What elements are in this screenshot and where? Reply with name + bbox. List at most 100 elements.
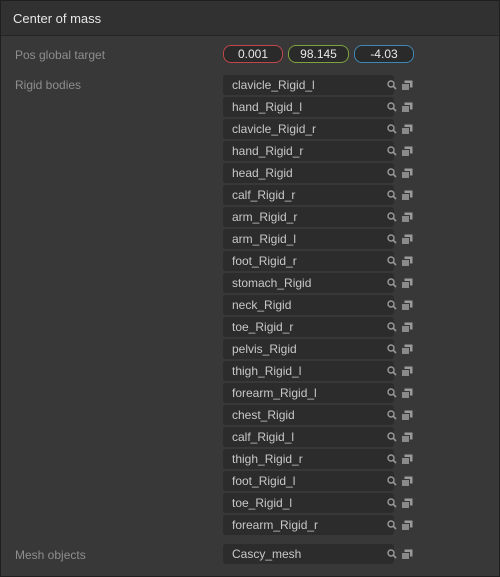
panel-header[interactable]: Center of mass bbox=[1, 1, 499, 36]
copy-icon[interactable] bbox=[401, 476, 413, 487]
rigid-body-field[interactable]: foot_Rigid_l bbox=[223, 471, 394, 491]
copy-icon[interactable] bbox=[401, 549, 413, 560]
rigid-body-field[interactable]: pelvis_Rigid bbox=[223, 339, 394, 359]
rigid-body-actions bbox=[387, 297, 415, 313]
rigid-body-field[interactable]: foot_Rigid_r bbox=[223, 251, 394, 271]
copy-icon[interactable] bbox=[401, 278, 413, 289]
rigid-body-field[interactable]: hand_Rigid_r bbox=[223, 141, 394, 161]
rigid-body-item: chest_Rigid bbox=[223, 404, 415, 426]
search-icon[interactable] bbox=[387, 168, 397, 178]
copy-icon[interactable] bbox=[401, 454, 413, 465]
copy-icon[interactable] bbox=[401, 322, 413, 333]
search-icon[interactable] bbox=[387, 102, 397, 112]
rigid-body-actions bbox=[387, 99, 415, 115]
copy-icon[interactable] bbox=[401, 168, 413, 179]
rigid-body-item: thigh_Rigid_l bbox=[223, 360, 415, 382]
rigid-body-item: calf_Rigid_r bbox=[223, 184, 415, 206]
search-icon[interactable] bbox=[387, 322, 397, 332]
panel-title: Center of mass bbox=[13, 10, 102, 26]
search-icon[interactable] bbox=[387, 146, 397, 156]
pos-global-target-label: Pos global target bbox=[15, 48, 106, 62]
rigid-body-actions bbox=[387, 121, 415, 137]
copy-icon[interactable] bbox=[401, 410, 413, 421]
rigid-body-actions bbox=[387, 165, 415, 181]
search-icon[interactable] bbox=[387, 498, 397, 508]
copy-icon[interactable] bbox=[401, 212, 413, 223]
copy-icon[interactable] bbox=[401, 498, 413, 509]
search-icon[interactable] bbox=[387, 520, 397, 530]
search-icon[interactable] bbox=[387, 454, 397, 464]
search-icon[interactable] bbox=[387, 410, 397, 420]
search-icon[interactable] bbox=[387, 388, 397, 398]
search-icon[interactable] bbox=[387, 300, 397, 310]
copy-icon[interactable] bbox=[401, 80, 413, 91]
search-icon[interactable] bbox=[387, 190, 397, 200]
copy-icon[interactable] bbox=[401, 432, 413, 443]
pos-global-target-row: Pos global target 0.001 98.145 -4.03 bbox=[1, 45, 499, 65]
search-icon[interactable] bbox=[387, 344, 397, 354]
search-icon[interactable] bbox=[387, 234, 397, 244]
rigid-body-field[interactable]: arm_Rigid_l bbox=[223, 229, 394, 249]
rigid-body-field[interactable]: hand_Rigid_l bbox=[223, 97, 394, 117]
copy-icon[interactable] bbox=[401, 344, 413, 355]
rigid-body-field[interactable]: clavicle_Rigid_r bbox=[223, 119, 394, 139]
rigid-body-field[interactable]: forearm_Rigid_r bbox=[223, 515, 394, 535]
copy-icon[interactable] bbox=[401, 300, 413, 311]
rigid-body-field[interactable]: toe_Rigid_l bbox=[223, 493, 394, 513]
mesh-object-field[interactable]: Cascy_mesh bbox=[223, 544, 394, 564]
rigid-body-item: hand_Rigid_r bbox=[223, 140, 415, 162]
copy-icon[interactable] bbox=[401, 146, 413, 157]
pos-x-field[interactable]: 0.001 bbox=[223, 45, 283, 63]
search-icon[interactable] bbox=[387, 212, 397, 222]
rigid-body-actions bbox=[387, 253, 415, 269]
rigid-body-item: clavicle_Rigid_l bbox=[223, 74, 415, 96]
search-icon[interactable] bbox=[387, 366, 397, 376]
rigid-body-item: neck_Rigid bbox=[223, 294, 415, 316]
pos-z-field[interactable]: -4.03 bbox=[354, 45, 414, 63]
search-icon[interactable] bbox=[387, 476, 397, 486]
rigid-body-actions bbox=[387, 187, 415, 203]
rigid-body-field[interactable]: head_Rigid bbox=[223, 163, 394, 183]
rigid-body-actions bbox=[387, 385, 415, 401]
rigid-body-item: foot_Rigid_l bbox=[223, 470, 415, 492]
copy-icon[interactable] bbox=[401, 190, 413, 201]
rigid-body-field[interactable]: thigh_Rigid_r bbox=[223, 449, 394, 469]
rigid-body-field[interactable]: calf_Rigid_r bbox=[223, 185, 394, 205]
copy-icon[interactable] bbox=[401, 388, 413, 399]
rigid-body-field[interactable]: toe_Rigid_r bbox=[223, 317, 394, 337]
copy-icon[interactable] bbox=[401, 366, 413, 377]
rigid-body-item: clavicle_Rigid_r bbox=[223, 118, 415, 140]
search-icon[interactable] bbox=[387, 549, 397, 559]
rigid-body-item: toe_Rigid_r bbox=[223, 316, 415, 338]
copy-icon[interactable] bbox=[401, 124, 413, 135]
search-icon[interactable] bbox=[387, 80, 397, 90]
search-icon[interactable] bbox=[387, 124, 397, 134]
search-icon[interactable] bbox=[387, 256, 397, 266]
search-icon[interactable] bbox=[387, 432, 397, 442]
mesh-object-actions bbox=[387, 546, 415, 562]
rigid-body-item: toe_Rigid_l bbox=[223, 492, 415, 514]
copy-icon[interactable] bbox=[401, 234, 413, 245]
rigid-body-field[interactable]: chest_Rigid bbox=[223, 405, 394, 425]
copy-icon[interactable] bbox=[401, 102, 413, 113]
copy-icon[interactable] bbox=[401, 520, 413, 531]
rigid-body-field[interactable]: arm_Rigid_r bbox=[223, 207, 394, 227]
rigid-body-actions bbox=[387, 275, 415, 291]
search-icon[interactable] bbox=[387, 278, 397, 288]
rigid-body-item: arm_Rigid_l bbox=[223, 228, 415, 250]
copy-icon[interactable] bbox=[401, 256, 413, 267]
rigid-body-field[interactable]: neck_Rigid bbox=[223, 295, 394, 315]
pos-y-field[interactable]: 98.145 bbox=[288, 45, 349, 63]
rigid-bodies-label: Rigid bodies bbox=[15, 78, 82, 92]
rigid-body-field[interactable]: clavicle_Rigid_l bbox=[223, 75, 394, 95]
rigid-body-field[interactable]: calf_Rigid_l bbox=[223, 427, 394, 447]
rigid-body-field[interactable]: stomach_Rigid bbox=[223, 273, 394, 293]
rigid-body-actions bbox=[387, 231, 415, 247]
rigid-body-actions bbox=[387, 77, 415, 93]
rigid-body-item: arm_Rigid_r bbox=[223, 206, 415, 228]
rigid-body-field[interactable]: forearm_Rigid_l bbox=[223, 383, 394, 403]
rigid-body-actions bbox=[387, 407, 415, 423]
rigid-body-field[interactable]: thigh_Rigid_l bbox=[223, 361, 394, 381]
mesh-objects-field-wrap: Cascy_mesh bbox=[223, 543, 415, 565]
rigid-body-actions bbox=[387, 495, 415, 511]
